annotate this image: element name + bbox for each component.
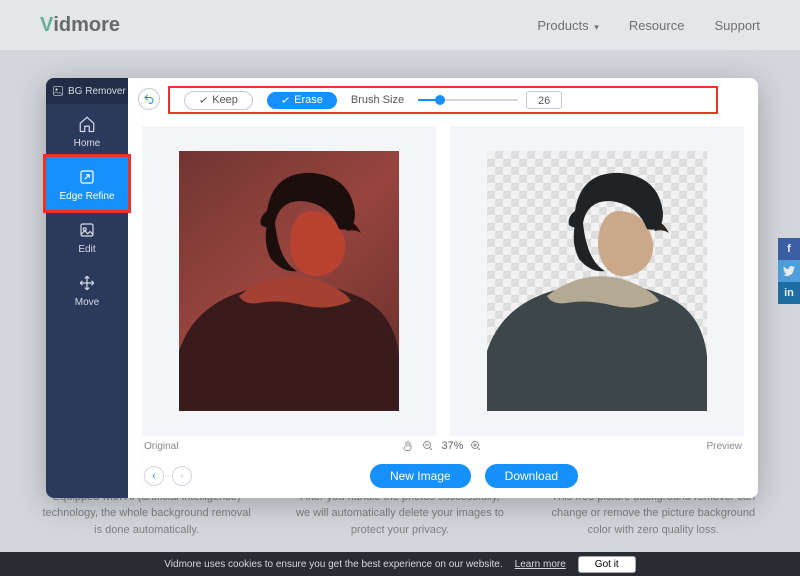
sidebar-home[interactable]: Home: [46, 104, 128, 157]
undo-button[interactable]: [138, 88, 160, 110]
prev-image-button[interactable]: ‹: [144, 466, 164, 486]
preview-pane[interactable]: [450, 126, 744, 436]
sidebar-title: BG Remover: [46, 78, 128, 104]
zoom-in-icon[interactable]: [469, 439, 483, 453]
sidebar-edge-refine[interactable]: Edge Refine: [46, 157, 128, 210]
cookie-accept-button[interactable]: Got it: [578, 556, 636, 573]
zoom-percent: 37%: [441, 440, 463, 452]
mask-overlay: [179, 151, 399, 411]
sidebar-move[interactable]: Move: [46, 263, 128, 316]
new-image-button[interactable]: New Image: [370, 464, 471, 488]
brush-slider[interactable]: [418, 99, 518, 101]
editor-panel: ✓Keep ✓Erase Brush Size 26: [128, 78, 758, 498]
sidebar: BG Remover Home Edge Refine Edit Move: [46, 78, 128, 498]
brush-size-value[interactable]: 26: [526, 91, 562, 109]
next-image-button[interactable]: ›: [172, 466, 192, 486]
edit-icon: [77, 220, 97, 240]
brush-toolbar: ✓Keep ✓Erase Brush Size 26: [168, 86, 718, 114]
brush-label: Brush Size: [351, 94, 404, 106]
home-icon: [77, 114, 97, 134]
pan-icon[interactable]: [401, 439, 415, 453]
original-pane[interactable]: [142, 126, 436, 436]
original-label: Original: [144, 441, 178, 452]
edge-refine-icon: [77, 167, 97, 187]
sidebar-edit[interactable]: Edit: [46, 210, 128, 263]
preview-label: Preview: [706, 441, 742, 452]
cookie-bar: Vidmore uses cookies to ensure you get t…: [0, 552, 800, 576]
download-button[interactable]: Download: [485, 464, 578, 488]
image-icon: [52, 85, 64, 97]
cookie-text: Vidmore uses cookies to ensure you get t…: [164, 559, 502, 570]
zoom-out-icon[interactable]: [421, 439, 435, 453]
erase-button[interactable]: ✓Erase: [267, 92, 337, 109]
keep-button[interactable]: ✓Keep: [184, 91, 253, 110]
preview-photo: [487, 151, 707, 411]
move-icon: [77, 273, 97, 293]
bg-remover-modal: BG Remover Home Edge Refine Edit Move ✓K…: [46, 78, 758, 498]
cookie-learn-more[interactable]: Learn more: [515, 559, 566, 570]
